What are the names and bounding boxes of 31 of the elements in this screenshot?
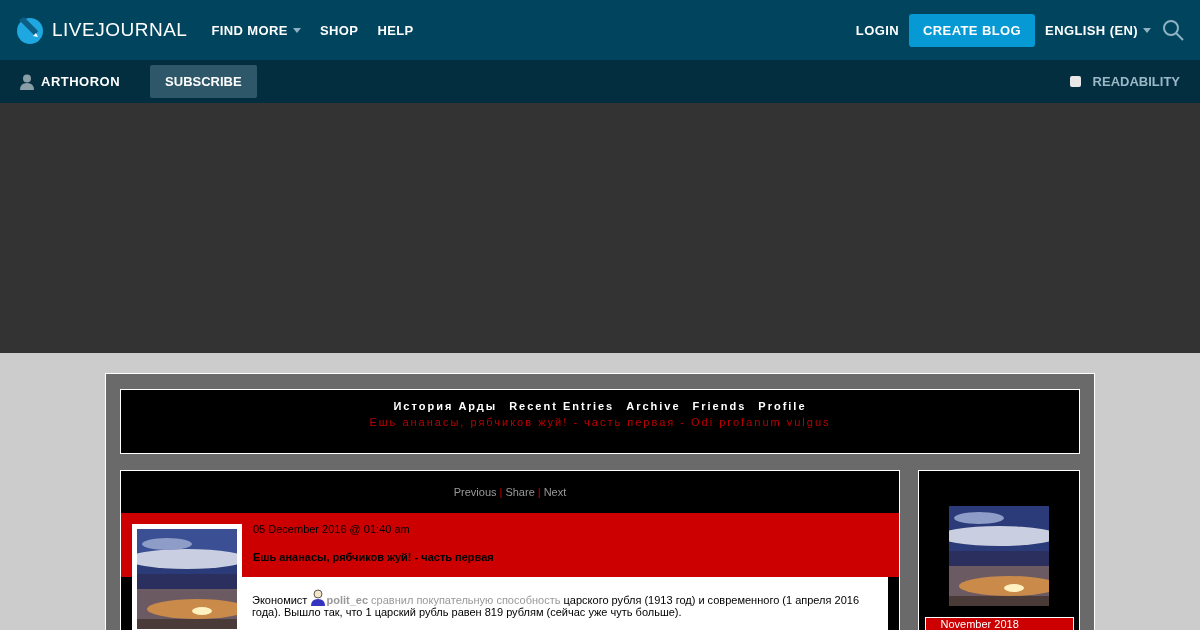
nav-link[interactable]: HELP <box>377 22 414 38</box>
nav-link[interactable]: SHOP <box>319 22 359 38</box>
language-selector[interactable]: ENGLISH (EN) <box>1045 22 1151 38</box>
entry-date: 05 December 2016 @ 01:40 am <box>253 523 411 535</box>
journal-nav-link[interactable]: Archive <box>626 400 681 412</box>
entry-nav-link[interactable]: Previous <box>453 486 497 498</box>
separator: | <box>537 486 541 498</box>
nav-link[interactable]: FIND MORE <box>211 22 301 38</box>
subscribe-button[interactable]: SUBSCRIBE <box>150 65 257 98</box>
login-link[interactable]: LOGIN <box>855 22 899 38</box>
logo-icon[interactable] <box>16 16 44 44</box>
readability-checkbox[interactable] <box>1069 76 1081 87</box>
caret-icon <box>292 27 301 33</box>
journal-nav-link[interactable]: История Арды <box>393 400 498 412</box>
journal-subtitle: Ешь ананасы, рябчиков жуй! - часть первая - Odi profanum vulgus <box>368 416 832 428</box>
caret-icon <box>1143 27 1151 33</box>
entry-title: Ешь ананасы, рябчиков жуй! - часть первая <box>253 551 494 563</box>
user-icon <box>20 73 34 90</box>
calendar-title: November 2018 <box>924 617 1074 630</box>
entry-text: Экономист polit_ec сравнил покупательную способность царского рубля (1913 год) и современного (1 апреля 2016 года). Вышло так, что 1 царский рубль равен 819 рублям (сейчас уже чуть больше). <box>252 589 878 618</box>
separator: | <box>499 486 503 498</box>
entry-nav-link[interactable]: Share <box>505 486 535 498</box>
search-icon[interactable] <box>1162 19 1184 41</box>
journal-nav-link[interactable]: Recent Entries <box>509 400 615 412</box>
logo-text[interactable]: LIVEJOURNAL <box>52 19 188 41</box>
username-link[interactable]: ARTHORON <box>41 74 121 89</box>
user-icon <box>310 589 327 606</box>
journal-nav-link[interactable]: Friends <box>692 400 747 412</box>
entry-nav-link[interactable]: Next <box>543 486 567 498</box>
journal-nav-link[interactable]: Profile <box>758 400 807 412</box>
readability-label[interactable]: READABILITY <box>1092 74 1180 89</box>
